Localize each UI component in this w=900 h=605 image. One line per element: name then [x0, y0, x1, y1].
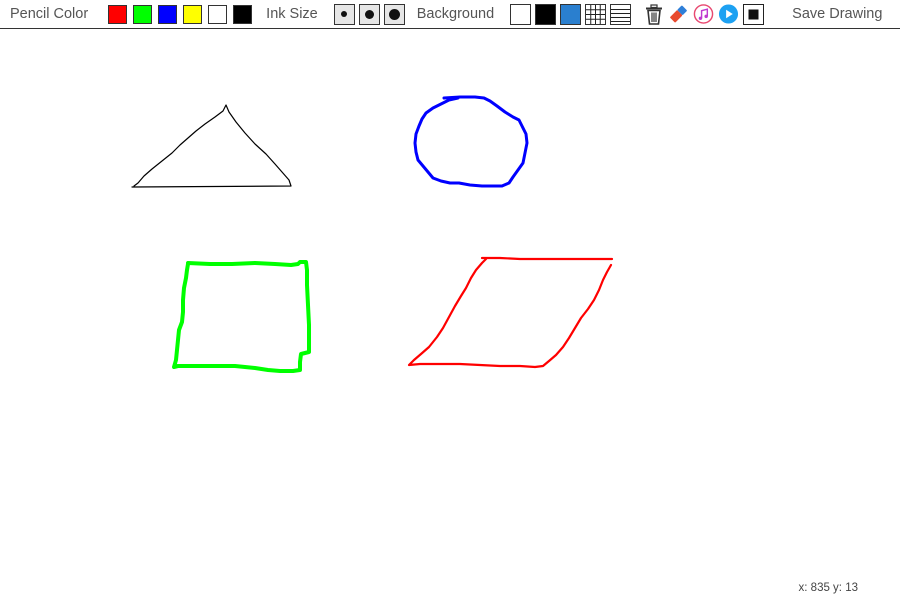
- background-white-button[interactable]: [510, 3, 532, 25]
- pencil-color-green[interactable]: [133, 4, 153, 24]
- ink-size-large-button[interactable]: [383, 3, 405, 25]
- medium-dot-icon: [364, 9, 374, 19]
- ink-size-small-button[interactable]: [333, 3, 355, 25]
- pencil-color-label: Pencil Color: [10, 6, 89, 22]
- grid-icon: [586, 4, 606, 24]
- large-dot-icon: [388, 8, 400, 20]
- drawing-canvas[interactable]: [0, 30, 900, 600]
- ink-size-label: Ink Size: [266, 6, 318, 22]
- triangle-stroke: [131, 104, 292, 188]
- small-dot-icon: [341, 11, 348, 17]
- parallelogram-stroke: [407, 256, 614, 369]
- circle-stroke: [413, 95, 529, 188]
- stop-icon[interactable]: [743, 3, 765, 25]
- eraser-icon[interactable]: [668, 4, 689, 25]
- lines-icon: [611, 8, 631, 22]
- background-grid-button[interactable]: [585, 3, 607, 25]
- pencil-color-red[interactable]: [108, 4, 128, 24]
- square-stroke: [172, 260, 311, 373]
- background-black-button[interactable]: [535, 3, 557, 25]
- music-icon[interactable]: [693, 4, 714, 25]
- toolbar: Pencil Color Ink Size Background Save Dr…: [0, 0, 900, 29]
- background-label: Background: [416, 6, 495, 22]
- play-icon[interactable]: [718, 4, 739, 25]
- background-blue-button[interactable]: [560, 3, 582, 25]
- background-lined-button[interactable]: [610, 3, 632, 25]
- trash-icon[interactable]: [643, 3, 664, 25]
- pencil-color-yellow[interactable]: [183, 4, 203, 24]
- ink-size-medium-button[interactable]: [358, 3, 380, 25]
- drawing-surface[interactable]: [0, 30, 900, 600]
- cursor-coordinates: x: 835 y: 13: [798, 582, 858, 594]
- pencil-color-black[interactable]: [233, 4, 253, 24]
- pencil-color-blue[interactable]: [158, 4, 178, 24]
- save-drawing-button[interactable]: Save Drawing: [792, 6, 882, 22]
- pencil-color-white[interactable]: [208, 4, 228, 24]
